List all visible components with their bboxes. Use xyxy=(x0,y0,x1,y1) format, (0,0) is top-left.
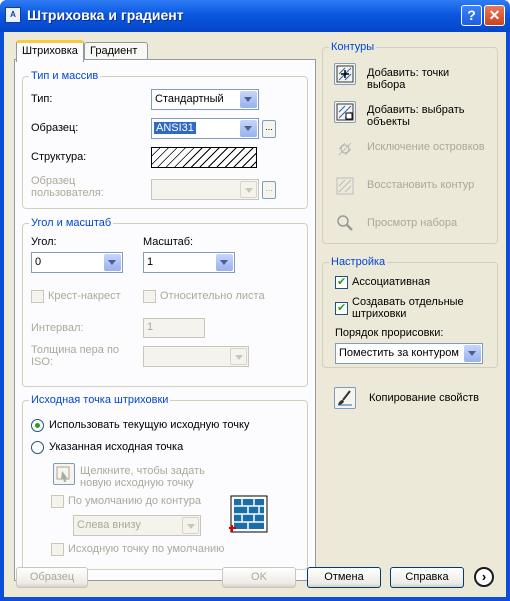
draw-order-label: Порядок прорисовки: xyxy=(335,327,444,339)
type-pattern-group: Тип и массив Тип: Стандартный Образец: A… xyxy=(22,70,308,209)
store-default-label: Исходную точку по умолчанию xyxy=(68,543,225,555)
close-button[interactable]: ✕ xyxy=(484,5,505,26)
specified-origin-radio[interactable] xyxy=(31,441,44,454)
chevron-down-icon xyxy=(240,181,257,198)
select-objects-button[interactable] xyxy=(334,101,356,123)
pattern-swatch[interactable] xyxy=(151,147,257,168)
origin-legend: Исходная точка штриховки xyxy=(29,394,171,406)
chevron-down-icon xyxy=(230,348,247,365)
recreate-boundary-label: Восстановить контур xyxy=(367,179,475,191)
origin-preview-icon xyxy=(229,495,268,533)
origin-position-value: Слева внизу xyxy=(77,519,141,531)
remove-islands-button[interactable] xyxy=(334,138,356,160)
cancel-button[interactable]: Отмена xyxy=(307,567,381,588)
origin-group: Исходная точка штриховки Использовать те… xyxy=(22,394,308,570)
pattern-label: Образец: xyxy=(31,122,79,134)
pick-points-label: Добавить: точки выбора xyxy=(367,67,450,91)
double-label: Крест-накрест xyxy=(48,290,121,302)
angle-scale-legend: Угол и масштаб xyxy=(29,217,114,229)
custom-browse-button[interactable]: ... xyxy=(262,181,276,199)
type-pattern-legend: Тип и массив xyxy=(29,70,101,82)
store-default-checkbox[interactable] xyxy=(51,543,64,556)
pattern-combo[interactable]: ANSI31 xyxy=(151,118,259,139)
chevron-down-icon xyxy=(240,120,257,137)
relative-paper-label: Относительно листа xyxy=(160,290,265,302)
preview-button[interactable]: Образец xyxy=(16,567,88,588)
chevron-down-icon xyxy=(240,91,257,108)
boundaries-group: Контуры Добавить: точки выбора Добавить:… xyxy=(322,41,498,244)
title-bar[interactable]: A Штриховка и градиент ? ✕ xyxy=(0,0,510,32)
draw-order-value: Поместить за контуром xyxy=(339,347,459,359)
inherit-properties-label: Копирование свойств xyxy=(369,392,479,404)
tab-hatch[interactable]: Штриховка xyxy=(16,40,84,62)
pattern-value: ANSI31 xyxy=(154,122,196,134)
pattern-browse-button[interactable]: ... xyxy=(262,120,276,138)
structure-label: Структура: xyxy=(31,151,87,163)
iso-pen-combo[interactable] xyxy=(143,346,249,367)
type-value: Стандартный xyxy=(155,93,224,105)
angle-value: 0 xyxy=(35,256,42,268)
spacing-label: Интервал: xyxy=(31,322,84,334)
iso-pen-label: Толщина пера по ISO: xyxy=(31,344,120,368)
remove-islands-label: Исключение островков xyxy=(367,141,485,153)
angle-scale-group: Угол и масштаб Угол: 0 Масштаб: 1 Крест-… xyxy=(22,217,308,387)
type-label: Тип: xyxy=(31,93,53,105)
specified-origin-label: Указанная исходная точка xyxy=(49,441,184,453)
default-boundary-label: По умолчанию до контура xyxy=(68,495,201,507)
set-origin-label: Щелкните, чтобы задать новую исходную то… xyxy=(80,465,205,489)
window-title: Штриховка и градиент xyxy=(27,7,184,23)
draw-order-combo[interactable]: Поместить за контуром xyxy=(335,343,483,364)
custom-pattern-combo[interactable] xyxy=(151,179,259,200)
magnifier-icon xyxy=(337,215,353,231)
custom-pattern-label: Образец пользователя: xyxy=(31,175,104,199)
recreate-boundary-icon xyxy=(336,177,354,195)
view-selections-button[interactable] xyxy=(334,212,356,234)
type-combo[interactable]: Стандартный xyxy=(151,89,259,110)
select-objects-label: Добавить: выбрать объекты xyxy=(367,104,465,128)
default-boundary-checkbox[interactable] xyxy=(51,495,64,508)
dialog-client: Штриховка Градиент Тип и массив Тип: Ста… xyxy=(4,32,506,597)
pick-points-button[interactable] xyxy=(334,63,356,85)
pick-points-icon xyxy=(336,65,354,83)
pick-cursor-icon xyxy=(56,466,70,482)
inherit-properties-button[interactable] xyxy=(334,387,356,409)
help-button[interactable]: Справка xyxy=(390,567,464,588)
scale-value: 1 xyxy=(147,256,154,268)
help-title-button[interactable]: ? xyxy=(461,5,482,26)
dialog-window: A Штриховка и градиент ? ✕ Штриховка Гра… xyxy=(0,0,510,601)
chevron-down-icon xyxy=(182,517,199,534)
boundaries-legend: Контуры xyxy=(329,41,377,53)
chevron-down-icon xyxy=(464,345,481,362)
separate-hatches-label: Создавать отдельные штриховки xyxy=(352,296,464,320)
hatch-panel: Тип и массив Тип: Стандартный Образец: A… xyxy=(14,59,316,581)
ok-button[interactable]: OK xyxy=(222,567,296,588)
spacing-input[interactable]: 1 xyxy=(143,318,205,338)
scale-label: Масштаб: xyxy=(143,236,194,248)
set-origin-button[interactable] xyxy=(53,463,75,485)
remove-islands-icon xyxy=(338,142,352,156)
brush-icon xyxy=(338,390,352,406)
chevron-down-icon xyxy=(216,254,233,271)
current-origin-label: Использовать текущую исходную точку xyxy=(49,419,250,431)
scale-combo[interactable]: 1 xyxy=(143,252,235,273)
angle-combo[interactable]: 0 xyxy=(31,252,123,273)
angle-label: Угол: xyxy=(31,236,57,248)
chevron-down-icon xyxy=(104,254,121,271)
current-origin-radio[interactable] xyxy=(31,419,44,432)
double-checkbox[interactable] xyxy=(31,290,44,303)
select-objects-icon xyxy=(336,103,354,121)
separate-hatches-checkbox[interactable] xyxy=(335,301,348,315)
associative-checkbox[interactable] xyxy=(335,275,348,289)
more-options-button[interactable]: › xyxy=(474,567,494,587)
options-group: Настройка Ассоциативная Создавать отдель… xyxy=(322,256,498,368)
origin-position-combo[interactable]: Слева внизу xyxy=(73,515,201,536)
options-legend: Настройка xyxy=(329,256,388,268)
associative-label: Ассоциативная xyxy=(352,276,431,288)
recreate-boundary-button[interactable] xyxy=(334,175,356,197)
view-selections-label: Просмотр набора xyxy=(367,217,458,229)
relative-paper-checkbox[interactable] xyxy=(143,290,156,303)
app-icon: A xyxy=(5,7,21,23)
